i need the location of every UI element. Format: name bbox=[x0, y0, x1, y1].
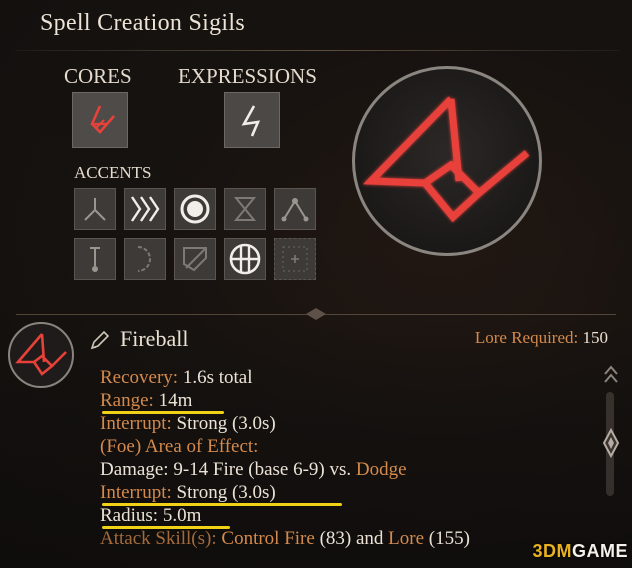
radius-label: Radius: bbox=[100, 505, 159, 526]
spell-sigil-thumb bbox=[8, 322, 74, 388]
section-divider bbox=[0, 306, 632, 322]
accent-slot[interactable] bbox=[124, 188, 166, 230]
detail-interrupt-aoe: Interrupt: Strong (3.0s) bbox=[100, 481, 600, 506]
recovery-label: Recovery: bbox=[100, 367, 179, 388]
accent-slot[interactable] bbox=[224, 238, 266, 280]
detail-recovery: Recovery: 1.6s total bbox=[100, 366, 600, 389]
watermark: 3DMGAME bbox=[532, 541, 628, 562]
accent-slot[interactable] bbox=[274, 188, 316, 230]
range-value: 14m bbox=[158, 390, 193, 411]
fireball-sigil-icon bbox=[362, 96, 530, 223]
details-scrollbar[interactable] bbox=[600, 362, 622, 562]
detail-damage: Damage: 9-14 Fire (base 6-9) vs. Dodge bbox=[100, 458, 600, 481]
empty-slot-icon bbox=[282, 246, 308, 272]
accent-slot[interactable] bbox=[274, 238, 316, 280]
ring-icon bbox=[180, 194, 210, 224]
shield-icon bbox=[183, 247, 207, 272]
spell-details: Recovery: 1.6s total Range: 14m Interrup… bbox=[100, 366, 600, 550]
accent-slot[interactable] bbox=[74, 188, 116, 230]
accent-slot[interactable] bbox=[174, 238, 216, 280]
lore-required-value: 150 bbox=[582, 328, 609, 347]
fireball-sigil-small-icon bbox=[15, 333, 67, 376]
detail-attack-skills: Attack Skill(s): Control Fire (83) and L… bbox=[100, 527, 600, 550]
spell-name[interactable]: Fireball bbox=[120, 326, 188, 352]
detail-aoe: (Foe) Area of Effect: bbox=[100, 435, 600, 458]
spell-creation-panel: Spell Creation Sigils CORES EXPRESSIONS … bbox=[0, 0, 632, 568]
lore-required: Lore Required: 150 bbox=[475, 328, 608, 348]
interrupt-label: Interrupt: bbox=[100, 413, 172, 434]
panel-title: Spell Creation Sigils bbox=[40, 10, 245, 36]
expressions-label: EXPRESSIONS bbox=[178, 64, 317, 88]
accent-slot[interactable] bbox=[74, 238, 116, 280]
sigil-preview[interactable] bbox=[352, 66, 542, 256]
attack-skill-control-fire: Control Fire bbox=[221, 528, 315, 549]
damage-text: Damage: 9-14 Fire (base 6-9) vs. bbox=[100, 459, 352, 480]
interrupt-aoe-value: Strong (3.0s) bbox=[176, 482, 276, 503]
accents-label: ACCENTS bbox=[74, 163, 152, 182]
watermark-text: GAME bbox=[572, 541, 628, 561]
detail-range: Range: 14m bbox=[100, 389, 600, 414]
damage-defense: Dodge bbox=[355, 459, 407, 480]
aoe-label: (Foe) Area of Effect: bbox=[100, 436, 259, 457]
watermark-logo: 3DM bbox=[532, 541, 572, 561]
scroll-up-icon[interactable] bbox=[602, 362, 620, 388]
detail-interrupt: Interrupt: Strong (3.0s) bbox=[100, 412, 600, 435]
cores-label: CORES bbox=[64, 64, 132, 88]
detail-radius: Radius: 5.0m bbox=[100, 504, 600, 529]
crosshair-circle-icon bbox=[229, 243, 261, 275]
attack-skill-lore-value: (155) bbox=[428, 528, 470, 549]
scroll-thumb-icon[interactable] bbox=[602, 428, 620, 458]
radius-value: 5.0m bbox=[162, 505, 202, 526]
lore-required-label: Lore Required: bbox=[474, 328, 579, 347]
core-slot[interactable] bbox=[72, 92, 128, 148]
branch-down-icon bbox=[84, 198, 106, 221]
divider-ornament-icon bbox=[306, 308, 326, 320]
hourglass-icon bbox=[233, 197, 257, 221]
triangle-nodes-icon bbox=[281, 198, 309, 222]
interrupt-value: Strong (3.0s) bbox=[176, 413, 276, 434]
range-label: Range: bbox=[100, 390, 154, 411]
attack-skill-control-fire-value: (83) and bbox=[319, 528, 384, 549]
title-divider bbox=[16, 50, 620, 51]
accent-slot[interactable] bbox=[174, 188, 216, 230]
lightning-stroke-icon bbox=[241, 105, 261, 137]
accent-slot[interactable] bbox=[124, 238, 166, 280]
triple-chevron-icon bbox=[131, 196, 160, 222]
core-sigil-icon bbox=[90, 105, 115, 134]
attack-skill-lore: Lore bbox=[388, 528, 425, 549]
accent-slot[interactable] bbox=[224, 188, 266, 230]
recovery-value: 1.6s total bbox=[182, 367, 253, 388]
pillar-icon bbox=[90, 247, 100, 272]
half-circle-icon bbox=[137, 246, 151, 272]
attack-skills-label: Attack Skill(s): bbox=[100, 528, 217, 549]
expression-slot[interactable] bbox=[224, 92, 280, 148]
interrupt-aoe-label: Interrupt: bbox=[100, 482, 172, 503]
rename-pencil-icon[interactable] bbox=[88, 328, 112, 352]
